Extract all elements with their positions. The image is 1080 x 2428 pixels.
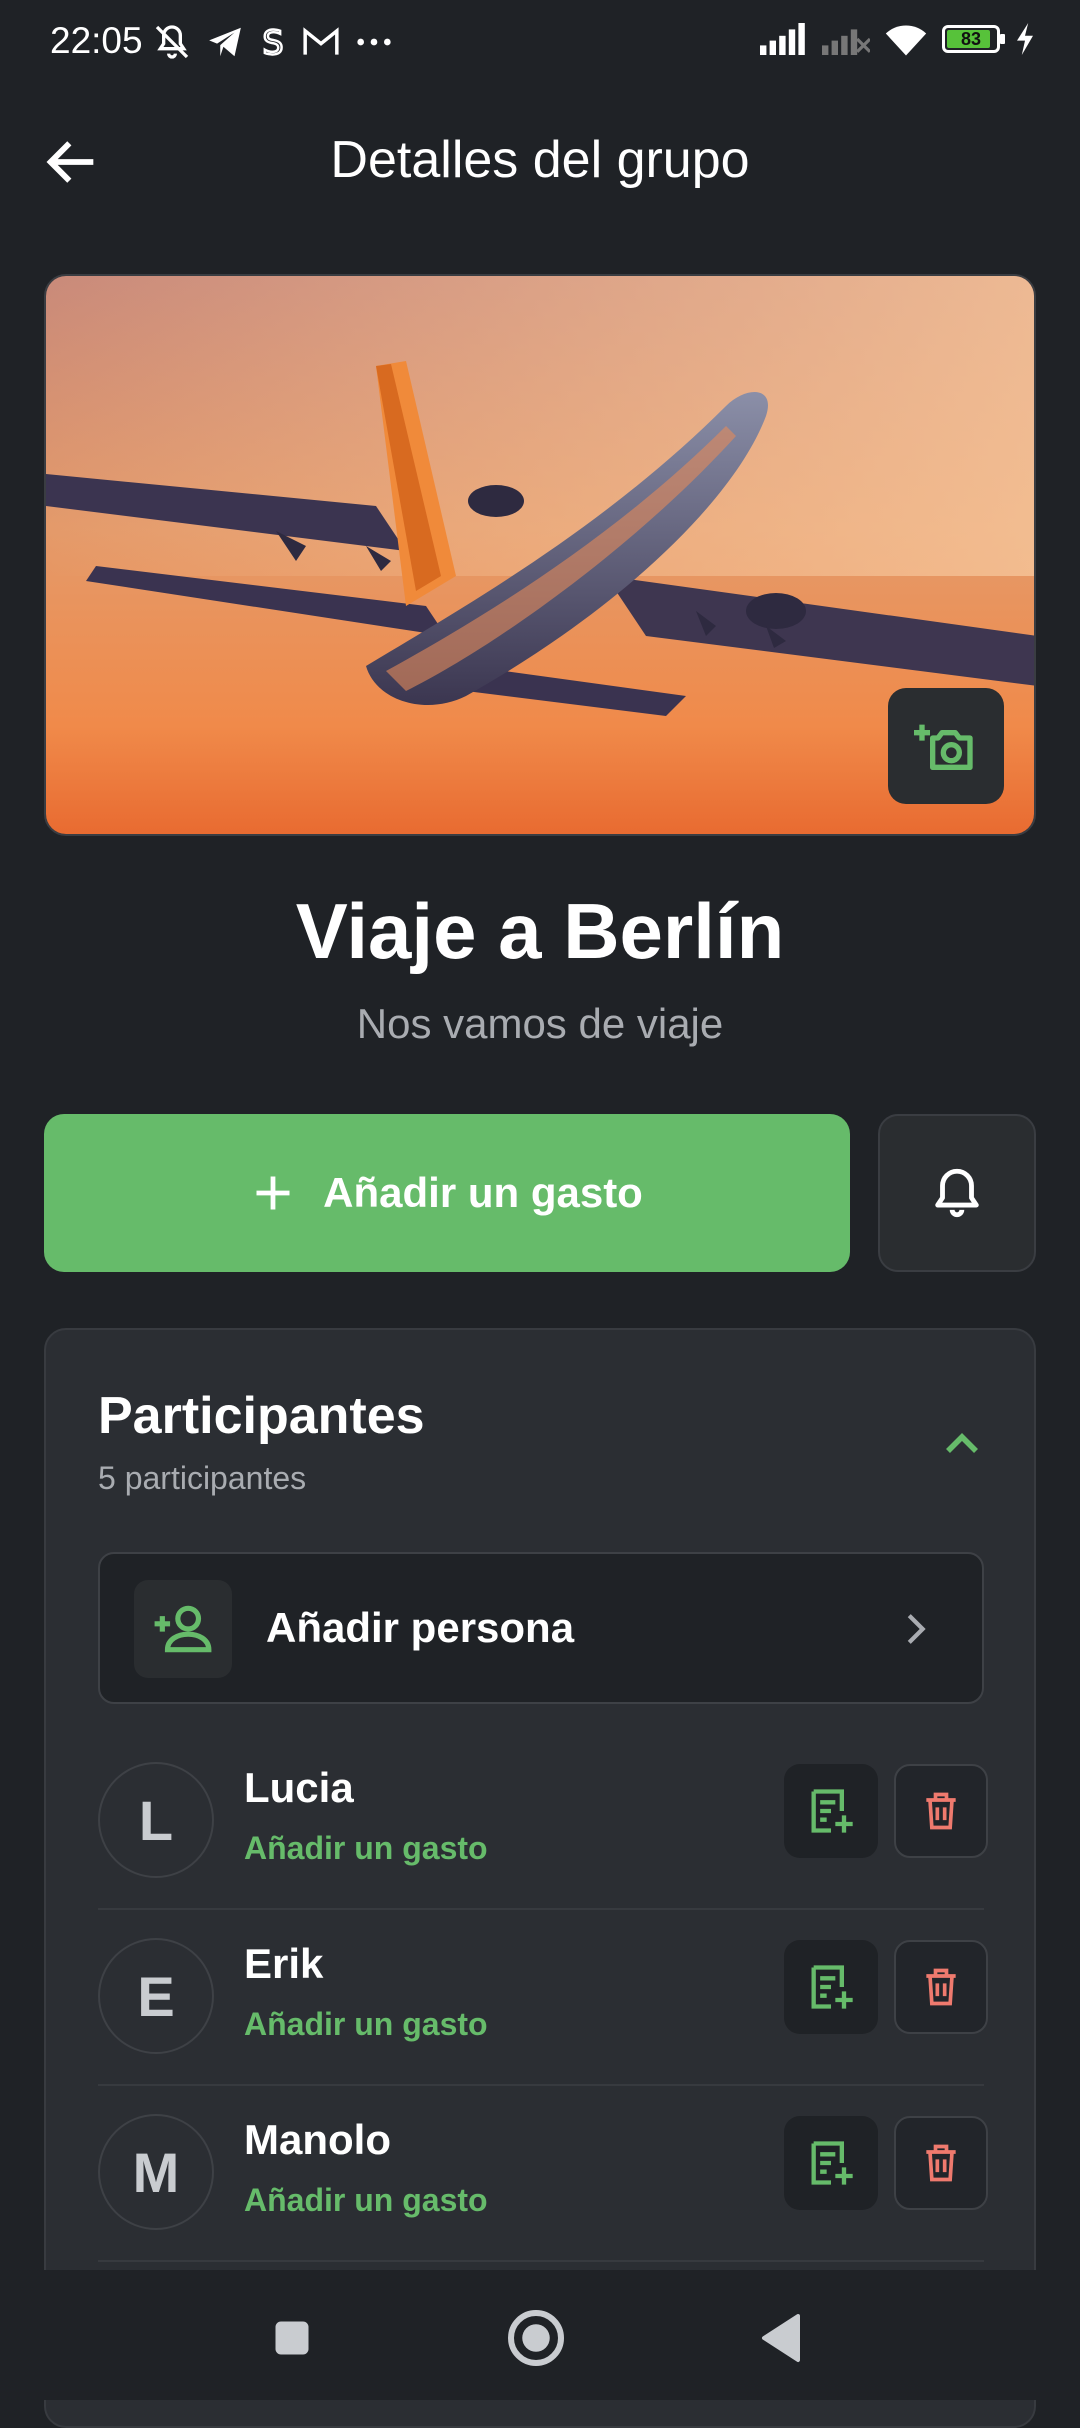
- avatar: L: [98, 1762, 214, 1878]
- group-image: [44, 274, 1036, 836]
- notifications-button[interactable]: [878, 1114, 1036, 1272]
- avatar: M: [98, 2114, 214, 2230]
- trash-icon: [926, 2144, 956, 2182]
- group-description: Nos vamos de viaje: [356, 1000, 724, 1047]
- signal-icon: [760, 23, 805, 55]
- delete-participant-button[interactable]: [894, 1764, 988, 1858]
- system-navigation-bar: [0, 2270, 1080, 2400]
- participant-name: Lucia: [244, 1764, 354, 1811]
- mute-icon: [155, 25, 189, 59]
- trash-icon: [926, 1968, 956, 2006]
- participants-count: 5 participantes: [98, 1460, 307, 1496]
- collapse-button[interactable]: [934, 1416, 990, 1472]
- avatar: E: [98, 1938, 214, 2054]
- back-nav-button[interactable]: [752, 2308, 812, 2368]
- participants-card: Participantes 5 participantes Añadir per…: [44, 1328, 1036, 2428]
- triangle-back-icon: [762, 2314, 800, 2362]
- group-name: Viaje a Berlín: [295, 887, 785, 975]
- chevron-right-icon: [907, 1614, 926, 1644]
- add-expense-button[interactable]: Añadir un gasto: [44, 1114, 850, 1272]
- bell-icon: [935, 1168, 979, 1218]
- participant-row: L Lucia Añadir un gasto: [98, 1734, 988, 1910]
- wifi-icon: [885, 25, 927, 56]
- receipt-add-icon: [811, 1789, 853, 1833]
- charging-icon: [1017, 23, 1033, 55]
- add-person-label: Añadir persona: [266, 1604, 575, 1651]
- telegram-icon: [209, 27, 241, 57]
- add-expense-label: Añadir un gasto: [323, 1169, 643, 1216]
- top-app-bar: Detalles del grupo: [0, 110, 1080, 210]
- participants-title: Participantes: [98, 1387, 425, 1445]
- status-time: 22:05: [50, 20, 143, 61]
- add-person-button[interactable]: Añadir persona: [98, 1552, 984, 1704]
- circle-icon: [508, 2310, 564, 2366]
- receipt-add-icon: [811, 2141, 853, 2185]
- gmail-icon: [303, 27, 339, 55]
- page-title: Detalles del grupo: [330, 131, 750, 189]
- battery-icon: 83: [942, 25, 1005, 53]
- delete-participant-button[interactable]: [894, 1940, 988, 2034]
- add-photo-icon: [914, 724, 973, 770]
- trash-icon: [926, 1792, 956, 1830]
- participant-add-expense-link[interactable]: Añadir un gasto: [244, 2006, 488, 2043]
- participant-row: E Erik Añadir un gasto: [98, 1910, 988, 2086]
- participant-add-expense-link[interactable]: Añadir un gasto: [244, 2182, 488, 2219]
- status-bar: 22:05 S 83: [0, 0, 1080, 84]
- add-expense-for-participant-button[interactable]: [784, 1764, 878, 1858]
- square-icon: [275, 2321, 309, 2355]
- home-button[interactable]: [506, 2308, 566, 2368]
- recents-button[interactable]: [262, 2308, 322, 2368]
- participant-row: M Manolo Añadir un gasto: [98, 2086, 988, 2262]
- svg-text:S: S: [263, 24, 284, 60]
- participant-add-expense-link[interactable]: Añadir un gasto: [244, 1830, 488, 1867]
- receipt-add-icon: [811, 1965, 853, 2009]
- person-add-icon: [154, 1605, 212, 1653]
- participant-name: Manolo: [244, 2116, 391, 2163]
- add-expense-for-participant-button[interactable]: [784, 1940, 878, 2034]
- delete-participant-button[interactable]: [894, 2116, 988, 2210]
- plus-icon: [256, 1176, 290, 1210]
- more-dots-icon: [357, 38, 391, 46]
- change-photo-button[interactable]: [888, 688, 1004, 804]
- participant-name: Erik: [244, 1940, 324, 1987]
- add-expense-for-participant-button[interactable]: [784, 2116, 878, 2210]
- battery-level: 83: [960, 29, 982, 49]
- chevron-up-icon: [946, 1433, 978, 1453]
- signal-off-icon: [822, 29, 870, 55]
- s-app-icon: S: [261, 24, 284, 60]
